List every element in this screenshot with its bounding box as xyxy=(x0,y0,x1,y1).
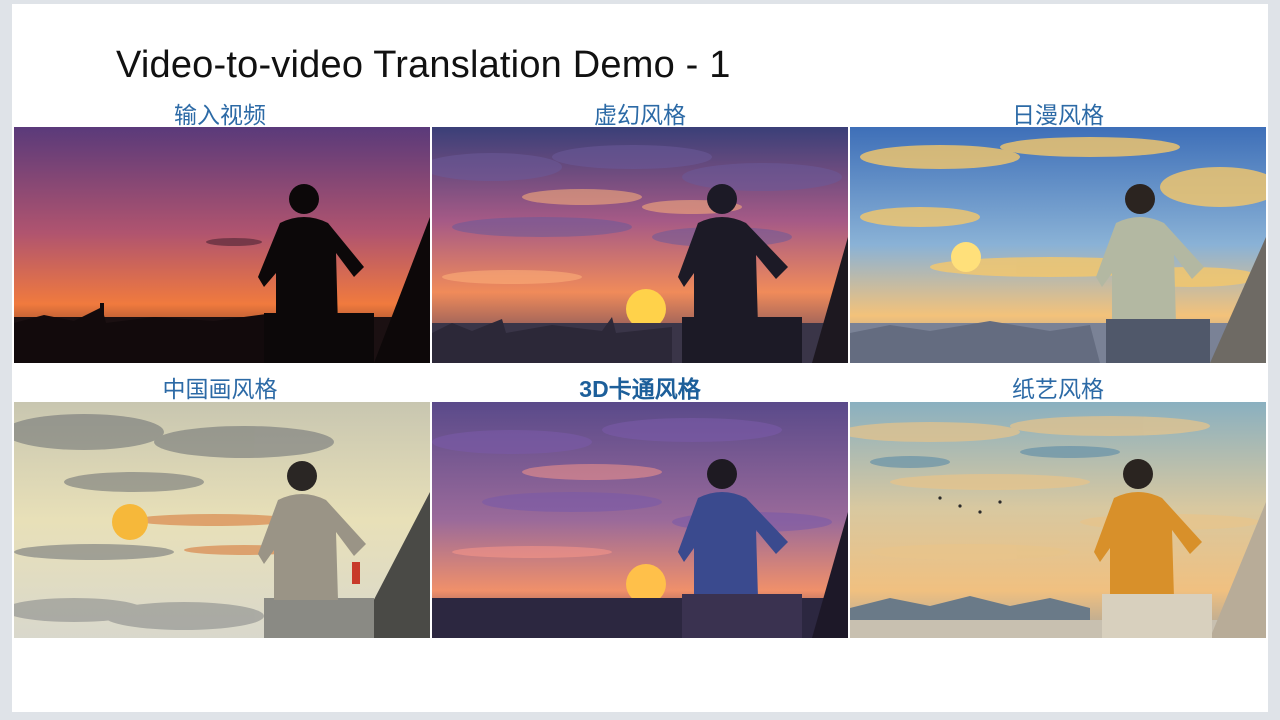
slide: Video-to-video Translation Demo - 1 输入视频… xyxy=(12,4,1268,712)
video-frame-anime-style xyxy=(850,127,1266,363)
video-frame-unreal-style xyxy=(432,127,848,363)
panel-label-paper-art: 纸艺风格 xyxy=(1012,376,1104,402)
panel-label-chinese-painting: 中国画风格 xyxy=(162,376,278,402)
panel-label-3d-cartoon: 3D卡通风格 xyxy=(579,376,701,402)
panel-label-input: 输入视频 xyxy=(174,102,266,128)
video-frame-3d-cartoon-style xyxy=(432,402,848,638)
video-frame-paper-art-style xyxy=(850,402,1266,638)
slide-title: Video-to-video Translation Demo - 1 xyxy=(116,44,731,86)
panel-label-anime: 日漫风格 xyxy=(1012,102,1104,128)
panel-label-unreal: 虚幻风格 xyxy=(594,102,686,128)
video-frame-input xyxy=(14,127,430,363)
video-frame-chinese-painting-style xyxy=(14,402,430,638)
